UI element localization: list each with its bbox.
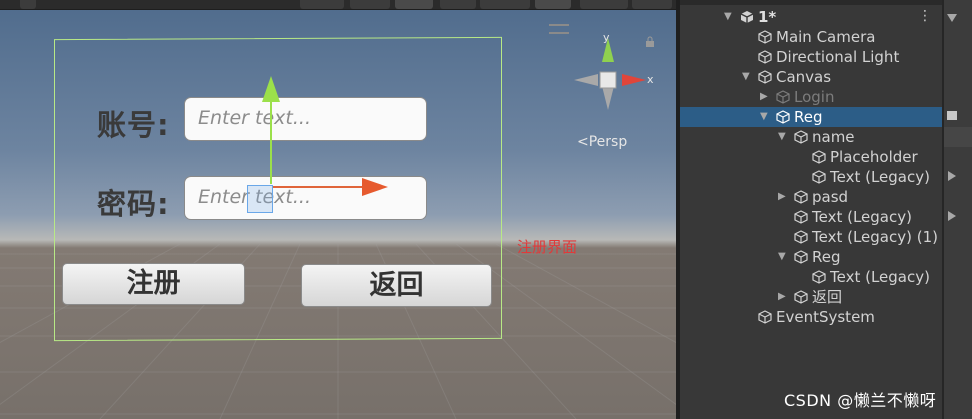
inspector-highlight (944, 127, 972, 147)
toolbar-button[interactable] (20, 0, 36, 9)
hierarchy-item[interactable]: ▶ pasd (680, 187, 942, 207)
expanded-arrow-icon[interactable]: ▼ (778, 247, 786, 267)
hierarchy-item[interactable]: ▶ 返回 (680, 287, 942, 307)
hierarchy-item[interactable]: Text (Legacy) (680, 267, 942, 287)
hierarchy-header (680, 0, 942, 5)
hierarchy-item-label: Directional Light (776, 48, 900, 66)
hierarchy-item-label: EventSystem (776, 308, 875, 326)
collapse-arrow-icon[interactable] (946, 12, 958, 24)
collapsed-arrow-icon[interactable]: ▶ (778, 187, 786, 207)
hierarchy-item[interactable]: Text (Legacy) (680, 207, 942, 227)
y-arrow-icon[interactable] (262, 76, 280, 102)
hierarchy-item-label: name (812, 128, 855, 146)
gameobject-icon (758, 310, 772, 330)
lock-icon[interactable] (645, 36, 655, 48)
account-input[interactable]: Enter text... (184, 97, 427, 141)
toolbar-button[interactable] (395, 0, 433, 9)
move-handle-y[interactable] (270, 98, 272, 184)
register-screen-label: 注册界面 (517, 238, 578, 256)
toolbar-button[interactable] (480, 0, 530, 9)
expanded-arrow-icon[interactable]: ▼ (778, 127, 786, 147)
password-input[interactable]: Enter text... (184, 176, 427, 220)
account-label: 账号: (97, 108, 170, 142)
projection-toggle[interactable]: <Persp (577, 134, 627, 150)
x-arrow-icon[interactable] (362, 178, 388, 196)
hierarchy-item-label: Login (794, 88, 835, 106)
move-handle-x[interactable] (272, 186, 370, 188)
collapsed-arrow-icon[interactable]: ▶ (778, 287, 786, 307)
expanded-arrow-icon[interactable]: ▼ (724, 7, 732, 27)
hierarchy-item[interactable]: Text (Legacy) (680, 167, 942, 187)
hierarchy-item-label: 1* (758, 8, 777, 26)
toolbar-button[interactable] (535, 0, 571, 9)
hierarchy-item-label: Placeholder (830, 148, 918, 166)
watermark: CSDN @懒兰不懒呀 (784, 391, 937, 410)
hierarchy-item-label: Reg (794, 108, 823, 126)
hierarchy-item-label: Canvas (776, 68, 832, 86)
back-button[interactable]: 返回 (301, 264, 492, 307)
hierarchy-item[interactable]: EventSystem (680, 307, 942, 327)
hierarchy-item[interactable]: ▼ Canvas (680, 67, 942, 87)
hierarchy-item[interactable]: ▼ name (680, 127, 942, 147)
account-placeholder: Enter text... (198, 107, 311, 129)
hierarchy-item[interactable]: Placeholder (680, 147, 942, 167)
hierarchy-item[interactable]: ▼ Reg (680, 107, 942, 127)
move-handle-center[interactable] (247, 185, 273, 213)
toolbar-button[interactable] (300, 0, 344, 9)
toolbar-button[interactable] (440, 0, 476, 9)
hierarchy-item-label: 返回 (812, 288, 843, 306)
hierarchy-item-label: Text (Legacy) (830, 168, 930, 186)
expand-arrow-icon[interactable] (946, 210, 958, 222)
collapsed-arrow-icon[interactable]: ▶ (760, 87, 768, 107)
hierarchy-item[interactable]: Main Camera (680, 27, 942, 47)
hierarchy-item-label: Main Camera (776, 28, 876, 46)
hierarchy-panel: ⋮ ▼ 1* Main Camera Directional Light ▼ Canvas… (680, 0, 942, 419)
scene-view[interactable]: 账号: Enter text... 密码: Enter text... 注册 返… (0, 0, 676, 419)
image-icon (947, 111, 957, 120)
expanded-arrow-icon[interactable]: ▼ (760, 107, 768, 127)
expanded-arrow-icon[interactable]: ▼ (742, 67, 750, 87)
hierarchy-item-label: pasd (812, 188, 849, 206)
hierarchy-item[interactable]: ▼ Reg (680, 247, 942, 267)
password-label: 密码: (97, 187, 170, 221)
gizmo-y-label: y (603, 32, 610, 44)
panel-drag-handle-icon[interactable] (549, 24, 569, 34)
scene-toolbar (0, 0, 676, 10)
toolbar-button[interactable] (350, 0, 390, 9)
hierarchy-item[interactable]: Directional Light (680, 47, 942, 67)
gizmo-x-label: x (647, 73, 654, 86)
toolbar-button[interactable] (632, 0, 672, 9)
hierarchy-item[interactable]: ▶ Login (680, 87, 942, 107)
hierarchy-item-label: Text (Legacy) (1) (812, 228, 938, 246)
hierarchy-item-label: Text (Legacy) (830, 268, 930, 286)
expand-arrow-icon[interactable] (946, 170, 958, 182)
register-button[interactable]: 注册 (62, 263, 245, 305)
hierarchy-item[interactable]: Text (Legacy) (1) (680, 227, 942, 247)
hierarchy-item[interactable]: ▼ 1* (680, 7, 942, 27)
toolbar-button[interactable] (580, 0, 628, 9)
hierarchy-item-label: Reg (812, 248, 841, 266)
hierarchy-item-label: Text (Legacy) (812, 208, 912, 226)
inspector-panel-edge (944, 0, 972, 419)
